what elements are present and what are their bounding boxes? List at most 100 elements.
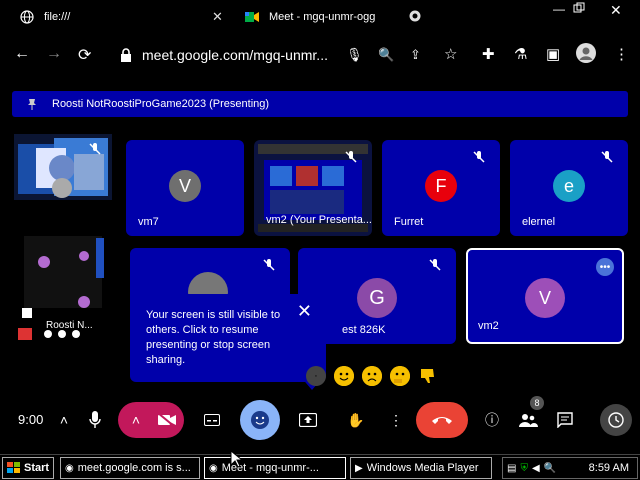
media-player-icon: ▶ <box>355 462 363 474</box>
mic-off-icon <box>472 150 486 164</box>
start-label: Start <box>24 462 50 474</box>
url-text: meet.google.com/mgq-unmr... <box>142 47 328 63</box>
system-tray: ▤ ⛨ ◀ 🔍 8:59 AM <box>502 457 638 479</box>
participant-count-badge: 8 <box>530 396 544 410</box>
chevron-up-icon[interactable]: ˄ <box>56 402 72 438</box>
windows-taskbar: Start ◉ meet.google.com is s... ◉ Meet -… <box>0 454 640 480</box>
participant-name: vm2 (Your Presenta... <box>266 214 372 226</box>
address-bar-row: ← → ⟳ meet.google.com/mgq-unmr... 🎙 🔍 ⇪ … <box>0 34 640 76</box>
microphone-icon[interactable] <box>84 402 106 438</box>
network-icon[interactable]: ▤ <box>507 463 516 474</box>
search-icon[interactable]: 🔍 <box>544 463 556 474</box>
thinking-emoji-icon[interactable] <box>390 366 410 386</box>
taskbar-item-media-player[interactable]: ▶ Windows Media Player <box>350 457 492 479</box>
camera-options-chevron-icon[interactable]: ˄ <box>118 402 154 438</box>
tab-file[interactable]: file:/// ✕ <box>20 5 230 29</box>
volume-icon[interactable]: ◀ <box>532 463 540 474</box>
present-screen-icon[interactable] <box>294 402 322 438</box>
more-options-icon[interactable]: ••• <box>596 258 614 276</box>
browser-icon: ◉ <box>65 462 74 474</box>
chat-icon[interactable] <box>554 402 576 438</box>
audio-playing-icon[interactable] <box>409 10 421 25</box>
participant-tile-elernel[interactable]: e elernel <box>510 140 628 236</box>
call-control-bar: 9:00 ˄ ˄ ✋ ⋮ ⓘ 8 <box>0 396 640 442</box>
side-label: Roosti N... <box>46 320 93 331</box>
minimize-icon[interactable]: — <box>553 2 565 16</box>
shield-icon[interactable]: ⛨ <box>520 463 528 474</box>
activities-icon[interactable] <box>600 404 632 436</box>
restore-icon[interactable] <box>573 2 585 17</box>
browser-icon: ◉ <box>209 462 218 474</box>
globe-icon <box>20 10 34 24</box>
avatar: F <box>425 170 457 202</box>
participant-name: Furret <box>394 216 424 228</box>
info-icon[interactable]: ⓘ <box>482 402 502 438</box>
bookmark-star-icon[interactable]: ☆ <box>444 45 457 63</box>
back-arrow-icon[interactable]: ← <box>14 45 30 63</box>
presentation-preview[interactable]: Roosti N... <box>14 230 106 344</box>
participant-name: elernel <box>522 216 556 228</box>
mic-off-icon <box>600 150 614 164</box>
reload-icon[interactable]: ⟳ <box>78 45 91 65</box>
smile-emoji-icon[interactable] <box>334 366 354 386</box>
avatar: G <box>357 278 397 318</box>
browser-tab-strip: file:/// ✕ Meet - mgq-unmr-ogg — ✕ <box>0 0 640 34</box>
end-call-button[interactable] <box>416 402 468 438</box>
participant-tile-presentation[interactable]: vm2 (Your Presenta... <box>254 140 372 236</box>
clock: 8:59 AM <box>588 462 629 474</box>
participant-name: vm2 <box>478 320 499 332</box>
profile-avatar-icon[interactable] <box>576 43 596 67</box>
taskbar-item-label: meet.google.com is s... <box>77 462 191 474</box>
taskbar-item-sharing[interactable]: ◉ meet.google.com is s... <box>60 457 200 479</box>
mouse-cursor-icon <box>230 450 244 468</box>
zoom-icon[interactable]: 🔍 <box>378 47 394 63</box>
windows-logo-icon <box>7 462 20 473</box>
start-button[interactable]: Start <box>2 457 54 479</box>
participant-tile-vm2[interactable]: ••• V vm2 <box>466 248 624 344</box>
participant-name: vm7 <box>138 216 159 228</box>
screen: file:/// ✕ Meet - mgq-unmr-ogg — ✕ ← → ⟳… <box>0 0 640 480</box>
tab-label: Meet - mgq-unmr-ogg <box>269 11 376 23</box>
camera-off-button[interactable] <box>150 402 184 438</box>
participant-name: est 826K <box>342 324 386 336</box>
lock-icon <box>120 48 132 62</box>
side-panel-icon[interactable]: ▣ <box>546 45 560 63</box>
participant-tile-vm7[interactable]: V vm7 <box>126 140 244 236</box>
emoji-reaction-icon[interactable]: · <box>306 366 326 386</box>
banner-text: Roosti NotRoostiProGame2023 (Presenting) <box>52 98 270 110</box>
sad-emoji-icon[interactable] <box>362 366 382 386</box>
share-icon[interactable]: ⇪ <box>410 47 421 63</box>
menu-kebab-icon[interactable]: ⋮ <box>614 45 629 63</box>
mic-off-icon <box>428 258 442 272</box>
forward-arrow-icon[interactable]: → <box>46 45 62 63</box>
microphone-icon[interactable]: 🎙 <box>346 47 363 63</box>
close-tab-icon[interactable]: ✕ <box>212 9 223 25</box>
pin-icon <box>26 98 38 110</box>
taskbar-item-meet[interactable]: ◉ Meet - mgq-unmr-... <box>204 457 346 479</box>
mic-off-icon <box>88 142 102 161</box>
meeting-time: 9:00 <box>18 412 44 427</box>
raise-hand-icon[interactable]: ✋ <box>344 402 368 438</box>
taskbar-item-label: Windows Media Player <box>366 462 479 474</box>
extensions-icon[interactable]: ✚ <box>482 45 495 63</box>
presenting-banner: Roosti NotRoostiProGame2023 (Presenting) <box>12 91 628 117</box>
tab-label: file:/// <box>44 11 71 23</box>
reaction-bar: · <box>306 365 456 387</box>
close-tooltip-icon[interactable]: ✕ <box>297 302 312 320</box>
emoji-reactions-button[interactable] <box>240 400 280 440</box>
screen-share-tooltip: Your screen is still visible to others. … <box>130 294 326 382</box>
more-options-icon[interactable]: ⋮ <box>388 402 404 438</box>
labs-flask-icon[interactable]: ⚗ <box>514 45 527 63</box>
avatar: V <box>525 278 565 318</box>
mic-off-icon <box>344 150 358 164</box>
tab-meet[interactable]: Meet - mgq-unmr-ogg <box>245 5 435 29</box>
participant-tile-furret[interactable]: F Furret <box>382 140 500 236</box>
tooltip-text: Your screen is still visible to others. … <box>146 309 281 366</box>
close-window-icon[interactable]: ✕ <box>610 2 622 19</box>
captions-icon[interactable] <box>198 402 226 438</box>
avatar: e <box>553 170 585 202</box>
meet-icon <box>245 10 259 24</box>
omnibox[interactable]: meet.google.com/mgq-unmr... 🎙 🔍 ⇪ <box>112 40 438 70</box>
mic-off-icon <box>262 258 276 272</box>
thumbs-down-icon[interactable] <box>418 366 438 386</box>
